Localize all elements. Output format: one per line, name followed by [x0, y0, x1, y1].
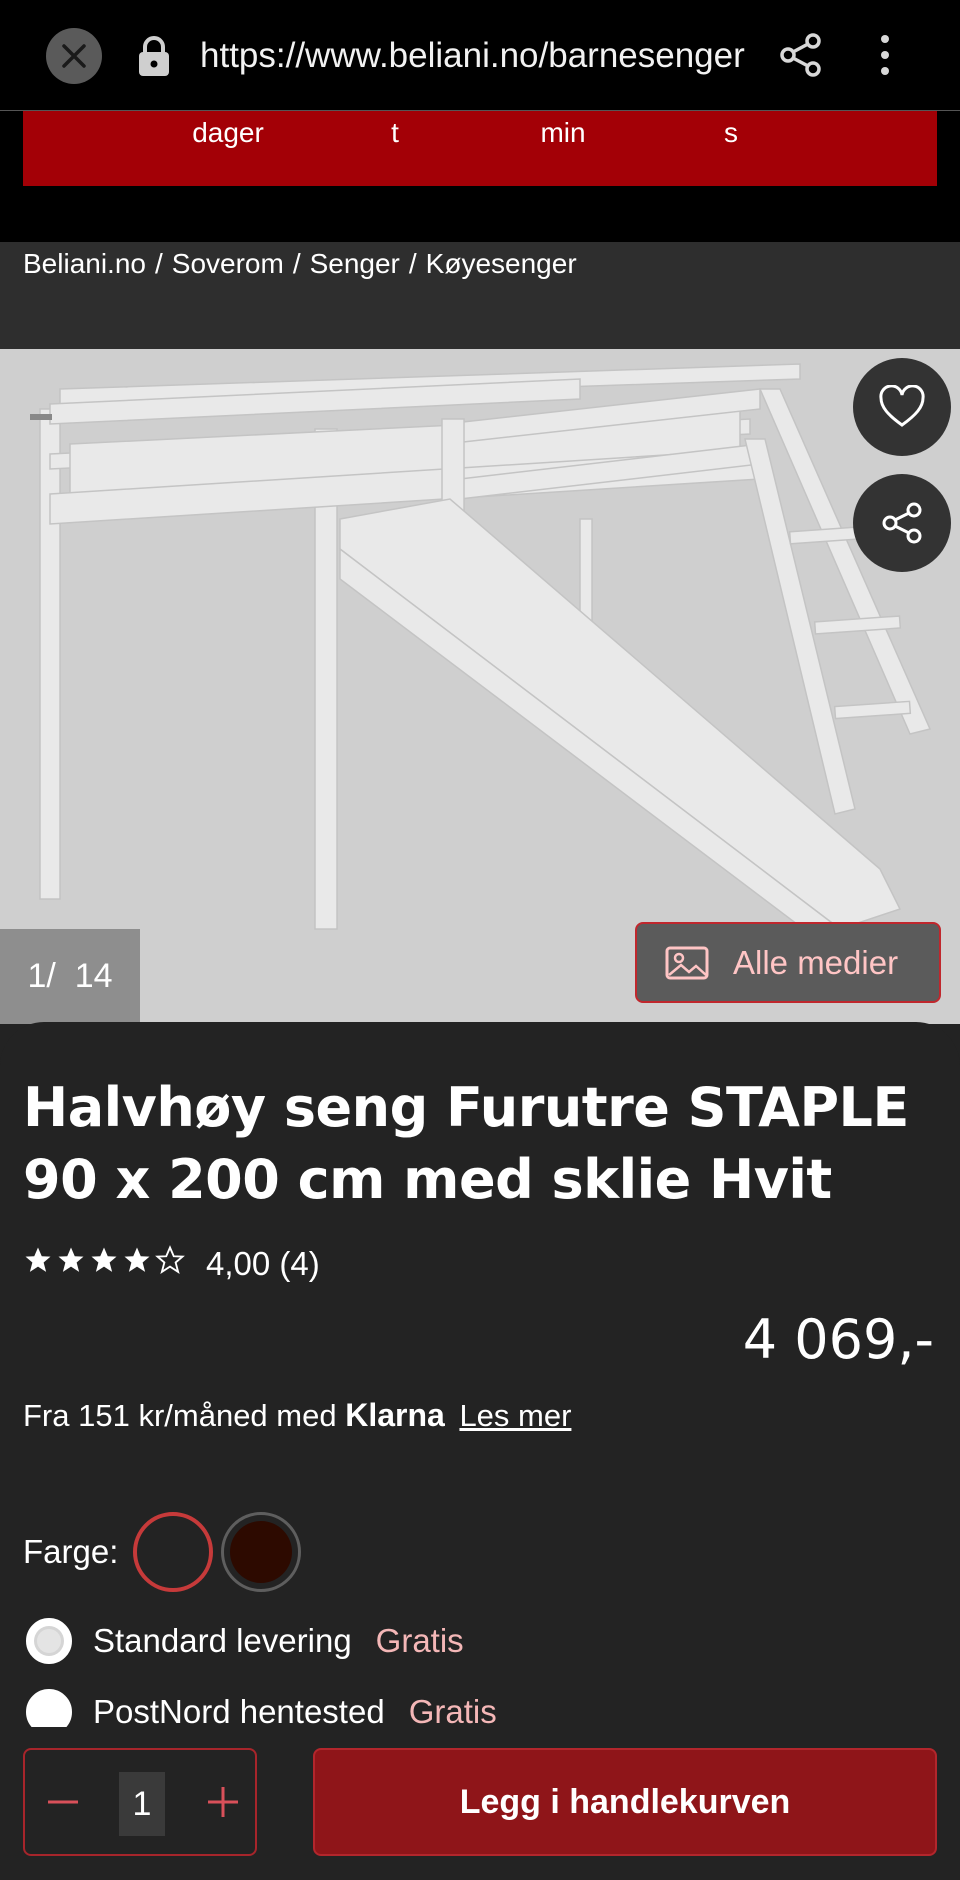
all-media-button[interactable]: Alle medier: [635, 922, 941, 1003]
shipping-name: Standard levering: [93, 1622, 352, 1659]
share-icon[interactable]: [778, 32, 824, 78]
countdown-days-label: dager: [192, 117, 264, 148]
color-swatch-selected[interactable]: [133, 1512, 213, 1592]
countdown-banner[interactable]: dager t min s: [23, 111, 937, 186]
rating-text[interactable]: 4,00 (4): [206, 1240, 320, 1288]
url-address-field[interactable]: https://www.beliani.no/barnesenger: [200, 30, 745, 82]
breadcrumb-soverom[interactable]: Soverom: [172, 248, 284, 279]
plus-icon[interactable]: [195, 1774, 251, 1830]
product-price: 4 069,-: [742, 1308, 934, 1371]
shipping-name: PostNord hentested: [93, 1693, 385, 1730]
star-icon: [124, 1247, 150, 1272]
klarna-text: Fra 151 kr/måned med: [23, 1398, 337, 1433]
klarna-logo: Klarna: [345, 1397, 445, 1433]
more-vert-icon[interactable]: [870, 32, 900, 78]
breadcrumb-senger[interactable]: Senger: [310, 248, 400, 279]
color-label: Farge:: [23, 1533, 119, 1570]
favorite-button[interactable]: [853, 358, 951, 456]
countdown-seconds-label: s: [724, 117, 738, 148]
countdown-hours-label: t: [391, 117, 399, 148]
heart-icon: [879, 385, 925, 427]
share-icon: [882, 502, 922, 544]
rating-stars[interactable]: [23, 1245, 185, 1275]
countdown-minutes-label: min: [540, 117, 586, 148]
breadcrumb-separator: /: [292, 248, 301, 279]
klarna-read-more-link[interactable]: Les mer: [459, 1398, 571, 1433]
color-swatch[interactable]: [221, 1512, 301, 1592]
shipping-option-standard[interactable]: Standard levering Gratis: [26, 1617, 464, 1665]
breadcrumb-home[interactable]: Beliani.no: [23, 248, 146, 279]
image-counter: 1/ 14: [0, 929, 140, 1024]
share-product-button[interactable]: [853, 474, 951, 572]
breadcrumb-koyesenger[interactable]: Køyesenger: [426, 248, 577, 279]
quantity-stepper: 1: [23, 1748, 257, 1856]
quantity-input[interactable]: 1: [119, 1772, 165, 1836]
product-title: Halvhøy seng Furutre STAPLE 90 x 200 cm …: [23, 1076, 909, 1211]
image-icon: [665, 946, 709, 979]
radio-button-selected[interactable]: [26, 1618, 72, 1664]
breadcrumb: Beliani.no / Soverom / Senger / Køyesenger: [23, 242, 577, 286]
shipping-price: Gratis: [375, 1622, 464, 1659]
star-icon: [58, 1247, 84, 1272]
klarna-financing: Fra 151 kr/måned med Klarna Les mer: [23, 1392, 571, 1439]
star-icon: [91, 1247, 117, 1272]
breadcrumb-separator: /: [154, 248, 163, 279]
close-icon[interactable]: [46, 28, 102, 84]
all-media-label: Alle medier: [733, 943, 899, 981]
shipping-price: Gratis: [408, 1693, 497, 1730]
star-outline-icon: [155, 1245, 185, 1274]
minus-icon[interactable]: [35, 1774, 91, 1830]
add-to-cart-button[interactable]: Legg i handlekurven: [313, 1748, 937, 1856]
lock-icon: [139, 36, 169, 76]
star-icon: [25, 1247, 51, 1272]
breadcrumb-separator: /: [408, 248, 417, 279]
